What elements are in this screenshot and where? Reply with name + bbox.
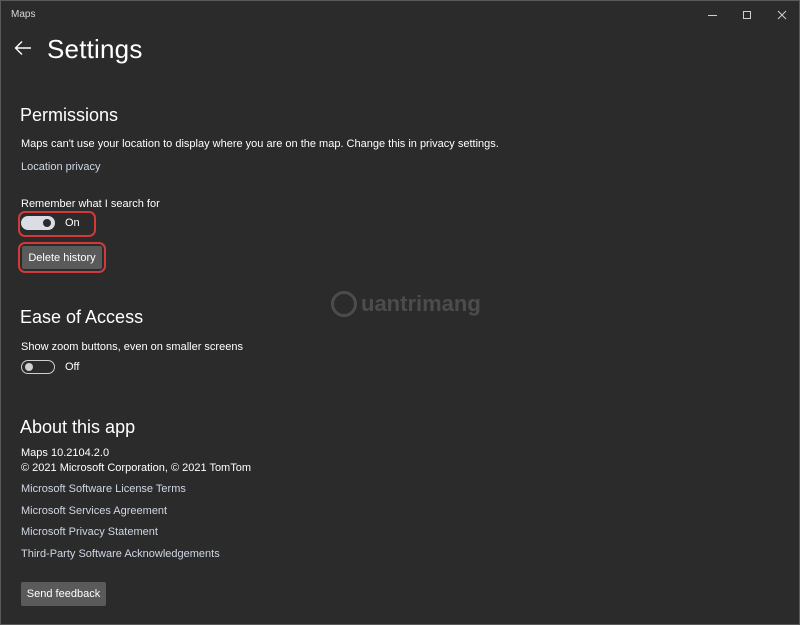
zoom-buttons-toggle[interactable]: Off (21, 360, 79, 374)
page-title: Settings (47, 34, 143, 64)
zoom-buttons-label: Show zoom buttons, even on smaller scree… (21, 341, 243, 353)
copyright-text: © 2021 Microsoft Corporation, © 2021 Tom… (21, 462, 252, 474)
delete-history-button[interactable]: Delete history (22, 246, 102, 269)
toggle-knob (25, 363, 33, 371)
back-button[interactable] (9, 35, 37, 61)
watermark-text: uantrimang (361, 291, 481, 316)
close-icon (777, 10, 787, 20)
remember-search-toggle[interactable]: On (21, 216, 80, 230)
location-message: Maps can't use your location to display … (21, 138, 499, 150)
toggle-state-label: On (65, 217, 80, 229)
maximize-button[interactable] (730, 1, 764, 29)
toggle-switch[interactable] (21, 216, 55, 230)
toggle-state-label: Off (65, 361, 80, 373)
maximize-icon (743, 11, 751, 19)
title-bar: Maps (1, 1, 799, 29)
maps-window: Maps Settings Permissions Maps can't use… (0, 0, 800, 625)
about-heading: About this app (20, 417, 136, 437)
back-arrow-icon (14, 41, 31, 55)
minimize-icon (707, 14, 717, 16)
app-version: Maps 10.2104.2.0 (21, 447, 110, 459)
close-button[interactable] (765, 1, 799, 29)
watermark-logo-icon (331, 291, 357, 317)
app-title: Maps (11, 9, 36, 20)
toggle-switch[interactable] (21, 360, 55, 374)
location-privacy-link[interactable]: Location privacy (21, 161, 101, 173)
privacy-statement-link[interactable]: Microsoft Privacy Statement (21, 526, 158, 538)
permissions-heading: Permissions (20, 105, 119, 125)
services-agreement-link[interactable]: Microsoft Services Agreement (21, 505, 167, 517)
third-party-link[interactable]: Third-Party Software Acknowledgements (21, 548, 220, 560)
remember-search-label: Remember what I search for (21, 198, 160, 210)
toggle-knob (43, 219, 51, 227)
license-terms-link[interactable]: Microsoft Software License Terms (21, 483, 186, 495)
minimize-button[interactable] (695, 1, 729, 29)
watermark: uantrimang (331, 291, 481, 317)
ease-of-access-heading: Ease of Access (20, 307, 144, 327)
send-feedback-button[interactable]: Send feedback (21, 582, 106, 606)
